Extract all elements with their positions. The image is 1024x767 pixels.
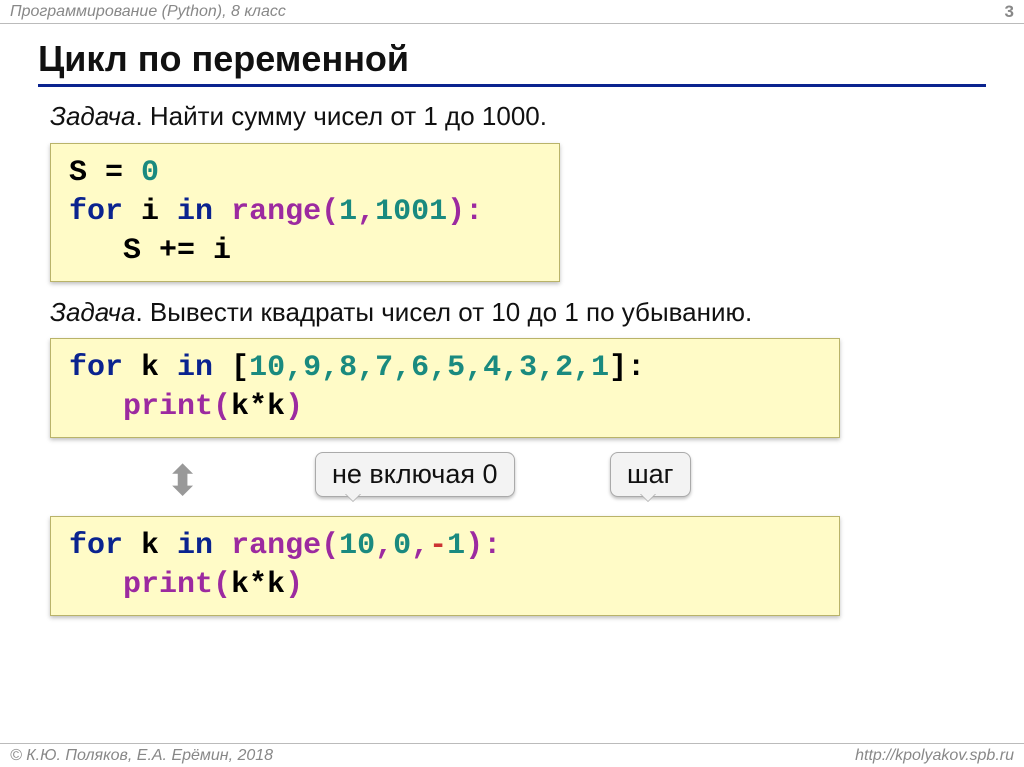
code3-ind (69, 568, 123, 602)
code3-neg: - (429, 529, 447, 563)
code3-c2: , (411, 529, 429, 563)
footer-url: http://kpolyakov.spb.ru (855, 747, 1014, 765)
callout-not-including-zero: не включая 0 (315, 452, 515, 497)
code1-l1a: S = (69, 156, 141, 190)
code1-in: in (177, 195, 213, 229)
code2-printclose: ) (285, 390, 303, 424)
callout-row: ⬍ не включая 0 шаг (50, 452, 974, 508)
footer-bar: © К.Ю. Поляков, Е.А. Ерёмин, 2018 http:/… (0, 743, 1024, 767)
code1-l3: S += i (69, 234, 231, 268)
code1-close: ): (447, 195, 483, 229)
code3-range: range( (231, 529, 339, 563)
task-2-text: . Вывести квадраты чисел от 10 до 1 по у… (135, 297, 752, 327)
code-block-2: for k in [10,9,8,7,6,5,4,3,2,1]: print(k… (50, 338, 840, 438)
footer-copyright: © К.Ю. Поляков, Е.А. Ерёмин, 2018 (10, 747, 273, 765)
code3-n3: 1 (447, 529, 465, 563)
code-block-1: S = 0 for i in range(1,1001): S += i (50, 143, 560, 282)
code3-for: for (69, 529, 123, 563)
code1-n1: 1 (339, 195, 357, 229)
code3-n2: 0 (393, 529, 411, 563)
slide-title: Цикл по переменной (38, 38, 986, 87)
slide: Программирование (Python), 8 класс 3 Цик… (0, 0, 1024, 767)
task-1-label: Задача (50, 101, 135, 131)
code3-arg: k*k (231, 568, 285, 602)
task-1-text: . Найти сумму чисел от 1 до 1000. (135, 101, 547, 131)
code3-n1: 10 (339, 529, 375, 563)
code2-nums: 10,9,8,7,6,5,4,3,2,1 (249, 351, 609, 385)
course-label: Программирование (Python), 8 класс (10, 3, 286, 21)
code2-close: ]: (609, 351, 645, 385)
code2-for: for (69, 351, 123, 385)
code1-zero: 0 (141, 156, 159, 190)
code2-print: print( (123, 390, 231, 424)
callout-step: шаг (610, 452, 691, 497)
code1-var: i (123, 195, 177, 229)
slide-body: Задача. Найти сумму чисел от 1 до 1000. … (50, 96, 974, 630)
code1-sp (213, 195, 231, 229)
code2-arg: k*k (231, 390, 285, 424)
code-block-3: for k in range(10,0,-1): print(k*k) (50, 516, 840, 616)
task-2: Задача. Вывести квадраты чисел от 10 до … (50, 296, 974, 329)
code2-in: in (177, 351, 213, 385)
code1-n2: 1001 (375, 195, 447, 229)
header-bar: Программирование (Python), 8 класс 3 (0, 0, 1024, 24)
code2-open: [ (213, 351, 249, 385)
code3-var: k (123, 529, 177, 563)
code3-sp (213, 529, 231, 563)
code3-print: print( (123, 568, 231, 602)
code2-var: k (123, 351, 177, 385)
page-number: 3 (1005, 2, 1014, 22)
task-1: Задача. Найти сумму чисел от 1 до 1000. (50, 100, 974, 133)
code1-range: range( (231, 195, 339, 229)
code3-c1: , (375, 529, 393, 563)
updown-arrow-icon: ⬍ (165, 460, 200, 502)
code1-c: , (357, 195, 375, 229)
code3-printclose: ) (285, 568, 303, 602)
task-2-label: Задача (50, 297, 135, 327)
code2-ind (69, 390, 123, 424)
code3-in: in (177, 529, 213, 563)
code1-for: for (69, 195, 123, 229)
code3-close: ): (465, 529, 501, 563)
